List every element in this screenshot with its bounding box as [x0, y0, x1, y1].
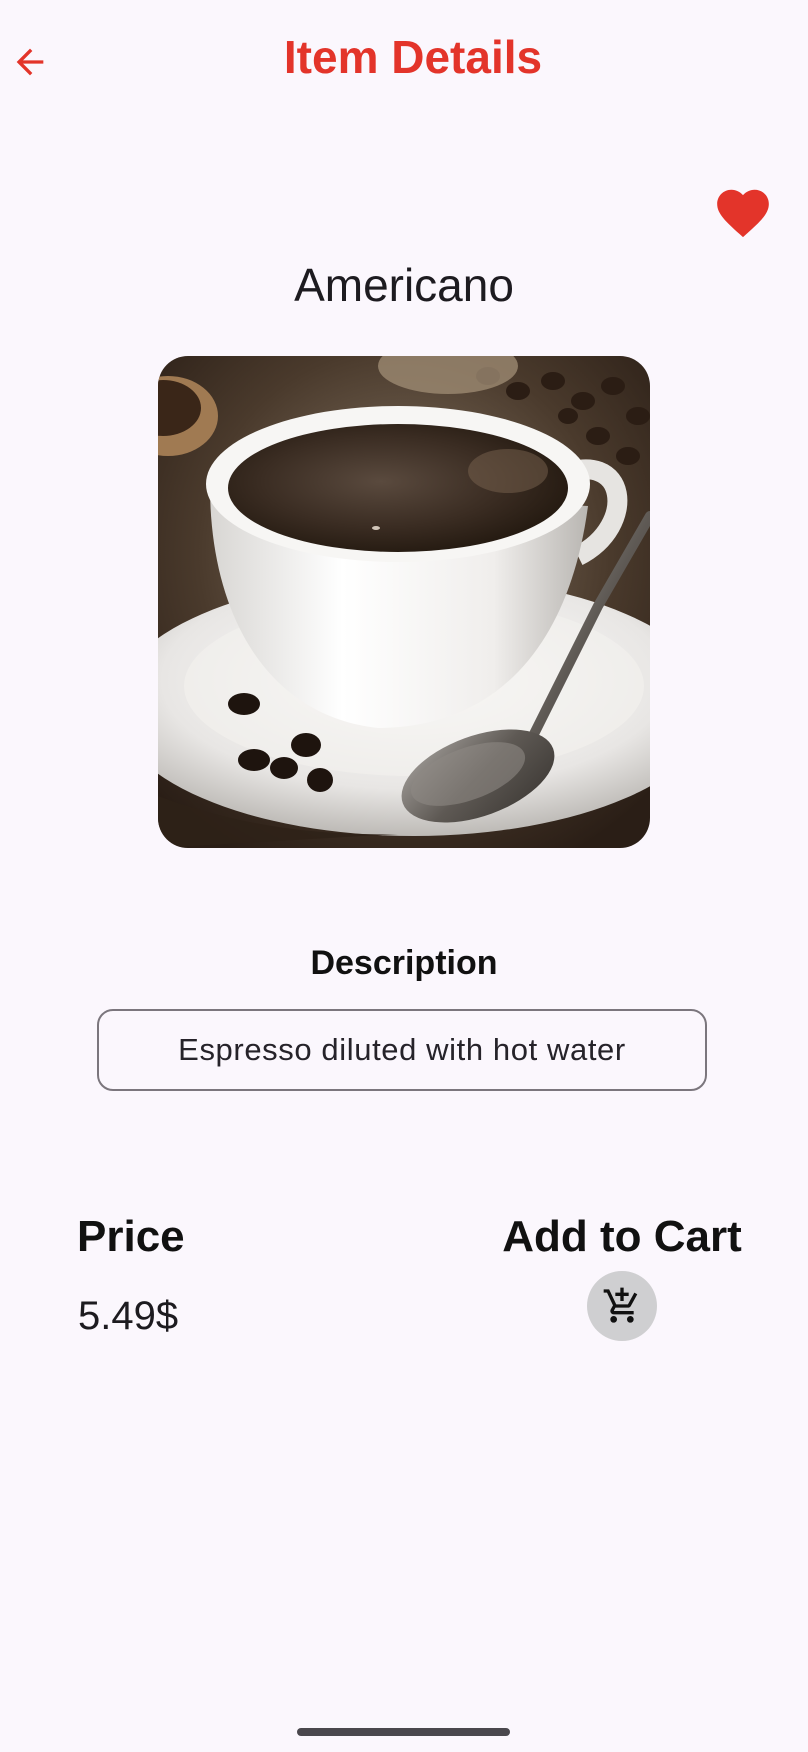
item-name: Americano	[294, 259, 514, 311]
description-box: Espresso diluted with hot water	[97, 1009, 707, 1091]
description-heading: Description	[310, 944, 498, 982]
add-shopping-cart-icon	[603, 1287, 638, 1323]
top-app-bar: Item Details	[0, 0, 808, 124]
home-indicator[interactable]	[297, 1728, 510, 1736]
description-text: Espresso diluted with hot water	[178, 1032, 626, 1067]
coffee-cup-photo	[158, 356, 650, 848]
product-image	[158, 356, 650, 848]
price-label: Price	[77, 1212, 185, 1261]
price-value: 5.49$	[78, 1294, 179, 1338]
page-title: Item Details	[283, 31, 543, 83]
add-to-cart-button[interactable]	[587, 1271, 657, 1341]
heart-filled-icon	[717, 189, 769, 238]
add-to-cart-label: Add to Cart	[502, 1212, 742, 1261]
favorite-button[interactable]	[708, 182, 778, 244]
